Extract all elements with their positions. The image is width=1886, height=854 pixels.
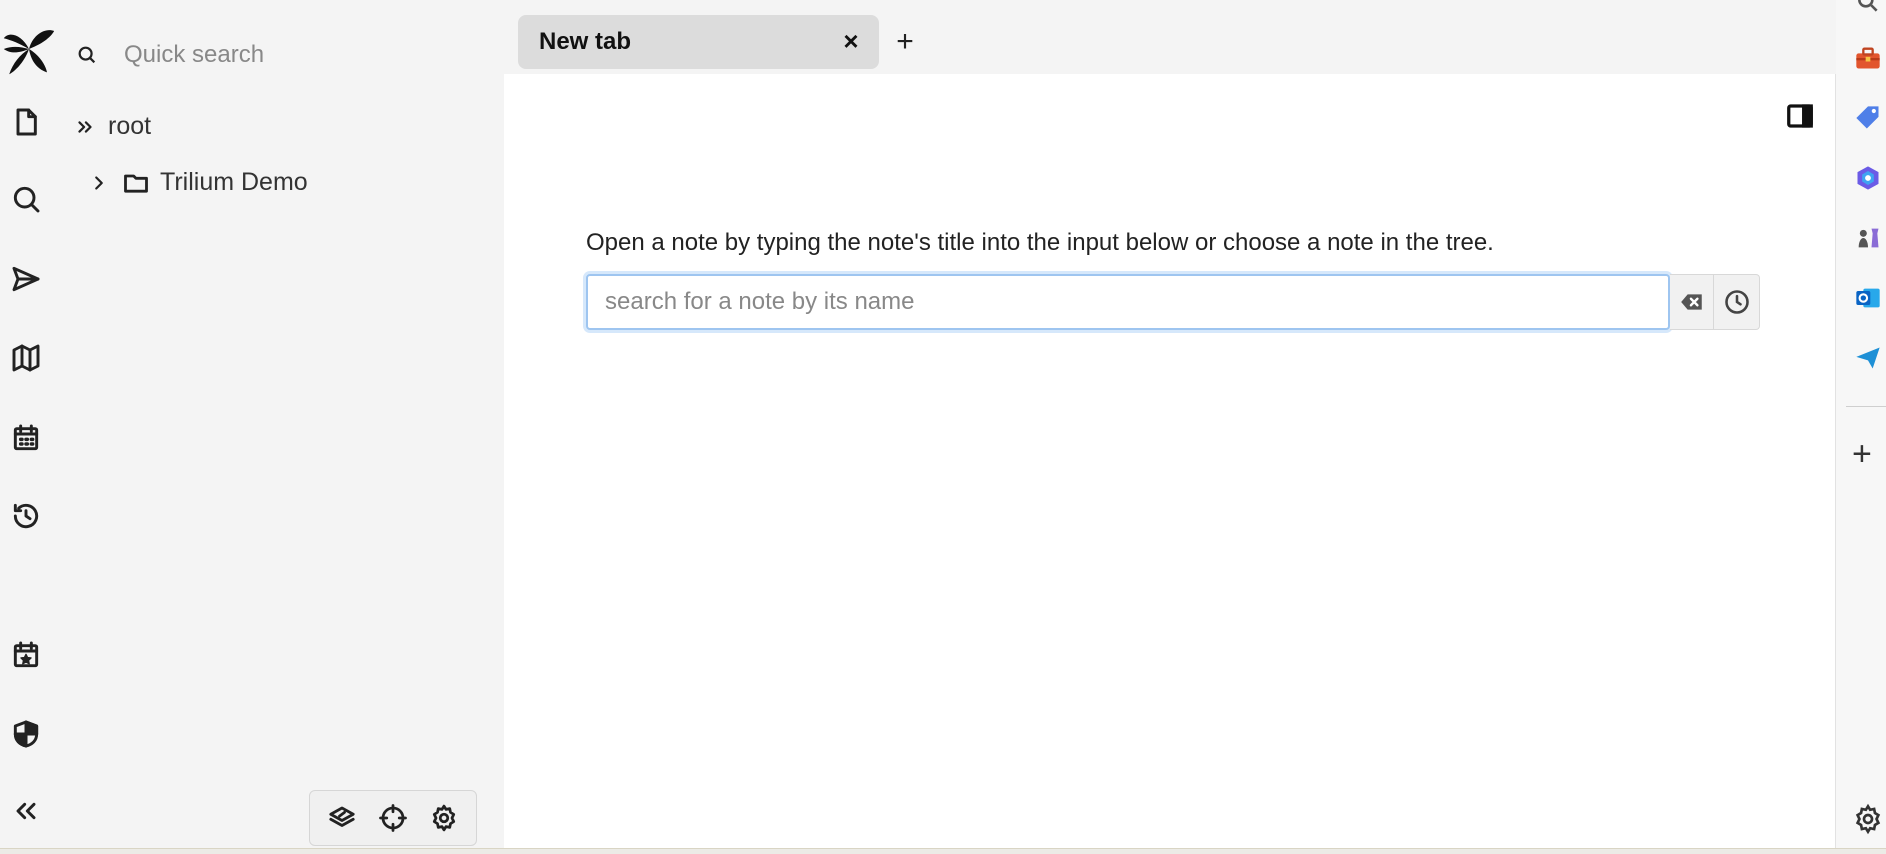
protected-session-button[interactable] [4, 712, 48, 756]
gear-icon [433, 804, 456, 832]
window-bottom-edge [0, 848, 1886, 854]
app-window: root Trilium Demo New tab × + Open a no [0, 0, 1886, 854]
scroll-to-active-button[interactable] [371, 796, 415, 840]
search-button[interactable] [4, 177, 48, 221]
sidebar-right-icon [1787, 104, 1813, 128]
collapse-tree-button[interactable] [320, 796, 364, 840]
toggle-right-pane-button[interactable] [1780, 96, 1820, 136]
quick-search [74, 30, 484, 80]
collapse-launcher-button[interactable] [4, 789, 48, 833]
calendar-button[interactable] [4, 416, 48, 460]
new-note-button[interactable] [4, 100, 48, 144]
chevrons-left-icon [16, 802, 36, 820]
calendar-star-icon [13, 641, 39, 668]
recent-changes-button[interactable] [4, 494, 48, 538]
recent-notes-button[interactable] [1714, 274, 1760, 330]
file-icon [16, 108, 37, 136]
telegram-icon[interactable] [1852, 342, 1884, 374]
note-search-input[interactable] [588, 276, 1668, 328]
outlook-icon[interactable] [1852, 282, 1884, 314]
note-map-button[interactable] [4, 336, 48, 380]
jump-to-button[interactable] [4, 257, 48, 301]
search-icon [13, 186, 40, 213]
search-icon [78, 46, 96, 64]
map-icon [12, 344, 40, 372]
note-tree-panel: root Trilium Demo [54, 0, 504, 848]
clear-search-button[interactable] [1670, 274, 1714, 330]
send-icon [12, 266, 40, 292]
backspace-icon [1680, 294, 1702, 310]
tab-title: New tab [539, 28, 632, 55]
new-tab-button[interactable]: + [888, 25, 922, 59]
empty-tab-prompt: Open a note by typing the note's title i… [586, 229, 1494, 256]
crosshair-icon [379, 804, 407, 832]
today-button[interactable] [4, 633, 48, 677]
add-sidebar-item-button[interactable]: + [1852, 437, 1872, 471]
quick-search-input[interactable] [124, 41, 464, 69]
trilium-logo[interactable] [2, 22, 56, 76]
tree-item-label: Trilium Demo [160, 168, 308, 196]
gear-icon [1855, 803, 1881, 835]
history-icon [13, 503, 39, 529]
launcher-bar [0, 0, 56, 854]
sidebar-divider [1846, 406, 1886, 407]
chevrons-right-icon [78, 120, 92, 133]
note-detail-area [504, 74, 1836, 848]
note-search-box [586, 274, 1670, 330]
layers-icon [329, 806, 355, 827]
shield-icon [13, 720, 39, 748]
tree-root-label: root [108, 112, 152, 140]
tab-close-icon[interactable]: × [835, 25, 867, 57]
tree-root-row[interactable]: root [74, 112, 151, 141]
tree-item-trilium-demo[interactable]: Trilium Demo [88, 168, 308, 197]
tab-new-tab[interactable]: New tab × [518, 15, 879, 69]
sidebar-settings-button[interactable] [1852, 803, 1884, 835]
folder-icon [124, 174, 148, 193]
tree-settings-button[interactable] [422, 796, 466, 840]
copilot-icon[interactable] [1852, 162, 1884, 194]
chevron-right-icon[interactable] [88, 172, 110, 194]
tag-icon[interactable] [1852, 102, 1884, 134]
chess-icon[interactable] [1852, 222, 1884, 254]
calendar-icon [13, 424, 39, 451]
search-icon[interactable] [1852, 0, 1884, 18]
tree-footer-toolbar [309, 790, 477, 846]
clock-icon [1724, 290, 1749, 314]
toolbox-icon[interactable] [1852, 42, 1884, 74]
